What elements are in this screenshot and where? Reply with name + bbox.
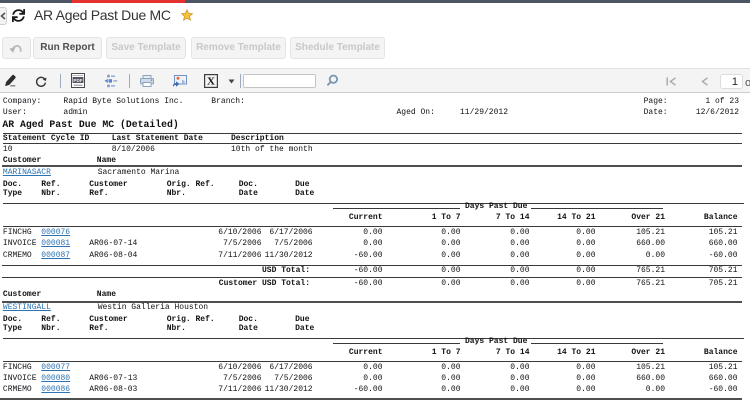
svg-text:X: X: [207, 76, 215, 88]
svg-text:PDF: PDF: [73, 78, 82, 83]
